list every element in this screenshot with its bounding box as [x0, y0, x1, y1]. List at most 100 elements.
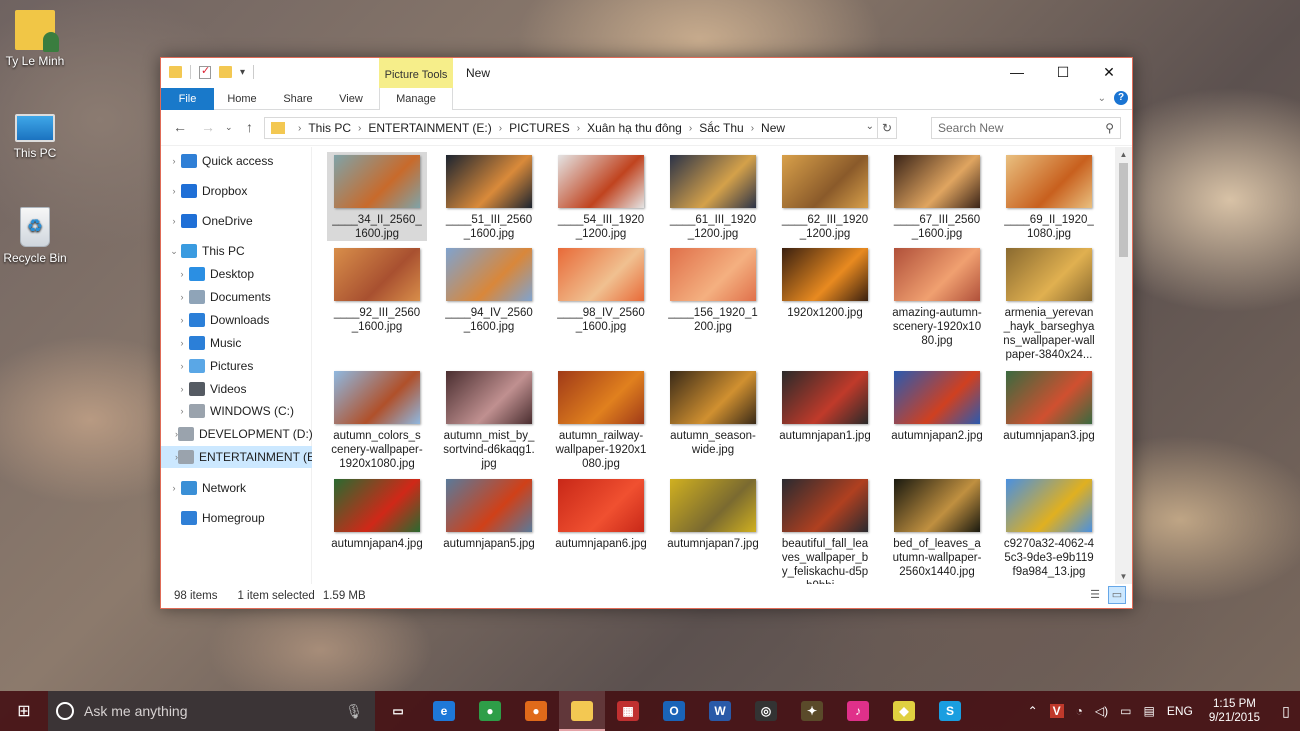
file-tile[interactable]: ____51_III_2560_1600.jpg [439, 152, 539, 241]
tab-share[interactable]: Share [270, 88, 326, 110]
desktop-icon-recycle-bin[interactable]: Recycle Bin [0, 207, 70, 265]
file-tile[interactable]: ____69_II_1920_1080.jpg [999, 152, 1099, 241]
file-tile[interactable]: c9270a32-4062-45c3-9de3-e9b119f9a984_13.… [999, 476, 1099, 579]
file-tile[interactable]: 1920x1200.jpg [775, 245, 875, 320]
taskbar-skype-button[interactable]: S [927, 691, 973, 731]
chevron-right-icon[interactable]: › [175, 361, 189, 371]
wifi-icon[interactable]: ◔ [1076, 704, 1083, 718]
chevron-right-icon[interactable]: › [167, 483, 181, 493]
details-view-icon[interactable]: ☰ [1086, 586, 1104, 604]
folder-icon[interactable] [169, 66, 182, 78]
taskbar-itunes-button[interactable]: ♪ [835, 691, 881, 731]
taskbar-outlook-button[interactable]: O [651, 691, 697, 731]
volume-icon[interactable]: ◁) [1095, 704, 1108, 718]
maximize-button[interactable]: ☐ [1040, 58, 1086, 86]
notifications-icon[interactable]: ▯ [1272, 703, 1300, 720]
file-tile[interactable]: ____156_1920_1200.jpg [663, 245, 763, 334]
chevron-down-icon[interactable]: ⌄ [167, 246, 181, 257]
chevron-right-icon[interactable]: › [167, 216, 181, 226]
nav-item[interactable]: › WINDOWS (C:) [161, 400, 312, 422]
taskbar-network-app-button[interactable]: ▦ [605, 691, 651, 731]
show-hidden-icons-chevron-icon[interactable]: ⌃ [1028, 704, 1038, 718]
file-tile[interactable]: autumnjapan6.jpg [551, 476, 651, 551]
desktop-icon-user-folder[interactable]: Ty Le Minh [0, 10, 70, 68]
taskbar-word-button[interactable]: W [697, 691, 743, 731]
chevron-right-icon[interactable]: › [167, 156, 181, 166]
navigation-pane[interactable]: › Quick access › Dropbox › OneDrive ⌄ This PC › D… [161, 147, 312, 584]
taskbar-gallery-app-button[interactable]: ◆ [881, 691, 927, 731]
file-tile[interactable]: beautiful_fall_leaves_wallpaper_by_felis… [775, 476, 875, 584]
tab-home[interactable]: Home [214, 88, 270, 110]
refresh-icon[interactable]: ↻ [877, 117, 897, 139]
start-button[interactable]: ⊞ [0, 691, 48, 731]
chevron-right-icon[interactable]: › [689, 123, 692, 134]
taskbar-photo-app-button[interactable]: ✦ [789, 691, 835, 731]
breadcrumb-xuan-ha-thu-dong[interactable]: Xuân hạ thu đông [587, 121, 682, 135]
nav-item[interactable]: › Network [161, 477, 312, 499]
taskbar-edge-button[interactable]: e [421, 691, 467, 731]
file-tile[interactable]: autumnjapan2.jpg [887, 368, 987, 443]
file-tile[interactable]: autumnjapan3.jpg [999, 368, 1099, 443]
chevron-right-icon[interactable]: › [577, 123, 580, 134]
address-bar[interactable]: › This PC › ENTERTAINMENT (E:) › PICTURE… [264, 117, 897, 139]
tab-view[interactable]: View [326, 88, 376, 110]
file-tile[interactable]: ____61_III_1920_1200.jpg [663, 152, 763, 241]
nav-item[interactable]: › Downloads [161, 309, 312, 331]
file-tile[interactable]: autumn_mist_by_sortvind-d6kaqg1.jpg [439, 368, 539, 471]
search-icon[interactable]: ⚲ [1105, 118, 1114, 138]
chevron-right-icon[interactable]: › [175, 338, 189, 348]
breadcrumb-pictures[interactable]: PICTURES [509, 121, 570, 135]
file-tile[interactable]: ____92_III_2560_1600.jpg [327, 245, 427, 334]
tab-file[interactable]: File [161, 88, 214, 110]
language-indicator[interactable]: ENG [1167, 704, 1193, 718]
taskbar-media-app-button[interactable]: ◎ [743, 691, 789, 731]
file-tile[interactable]: amazing-autumn-scenery-1920x1080.jpg [887, 245, 987, 348]
help-icon[interactable]: ? [1114, 91, 1128, 105]
file-tile[interactable]: autumnjapan5.jpg [439, 476, 539, 551]
chevron-right-icon[interactable]: › [175, 292, 189, 302]
chevron-right-icon[interactable]: › [175, 269, 189, 279]
large-icons-view-icon[interactable]: ▭ [1108, 586, 1126, 604]
nav-item[interactable]: › Music [161, 332, 312, 354]
chevron-right-icon[interactable]: › [358, 123, 361, 134]
vertical-scrollbar[interactable]: ▲ ▼ [1115, 147, 1132, 584]
nav-item[interactable]: ⌄ This PC [161, 240, 312, 262]
file-tile[interactable]: autumnjapan4.jpg [327, 476, 427, 551]
nav-item[interactable]: › Desktop [161, 263, 312, 285]
recent-locations-chevron-icon[interactable]: ⌄ [225, 122, 233, 133]
chevron-right-icon[interactable]: › [175, 315, 189, 325]
search-input[interactable]: Search New ⚲ [931, 117, 1121, 139]
chevron-right-icon[interactable]: › [751, 123, 754, 134]
nav-item[interactable]: › DEVELOPMENT (D:) [161, 423, 312, 445]
taskbar-task-view-button[interactable]: ▭ [375, 691, 421, 731]
title-bar[interactable]: ▾ Picture Tools New — ☐ ✕ [161, 58, 1132, 88]
nav-item[interactable]: › Documents [161, 286, 312, 308]
forward-arrow-icon[interactable]: → [201, 119, 215, 135]
file-tile[interactable]: ____94_IV_2560_1600.jpg [439, 245, 539, 334]
action-center-message-icon[interactable]: ▤ [1143, 704, 1154, 718]
nav-item[interactable]: › Videos [161, 378, 312, 400]
file-tile[interactable]: ____62_III_1920_1200.jpg [775, 152, 875, 241]
file-view[interactable]: ____34_II_2560_1600.jpg ____51_III_2560_1… [312, 147, 1132, 584]
chevron-right-icon[interactable]: › [499, 123, 502, 134]
close-button[interactable]: ✕ [1086, 58, 1132, 86]
properties-icon[interactable] [199, 64, 211, 79]
new-folder-icon[interactable] [219, 66, 232, 78]
file-tile[interactable]: ____54_III_1920_1200.jpg [551, 152, 651, 241]
taskbar-firefox-button[interactable]: ● [513, 691, 559, 731]
back-arrow-icon[interactable]: ← [173, 119, 187, 135]
battery-icon[interactable]: ▭ [1120, 704, 1131, 718]
tab-manage[interactable]: Manage [379, 88, 453, 110]
taskbar-chrome-button[interactable]: ● [467, 691, 513, 731]
file-tile[interactable]: autumnjapan7.jpg [663, 476, 763, 551]
file-tile[interactable]: autumn_railway-wallpaper-1920x1080.jpg [551, 368, 651, 471]
nav-item[interactable]: › Quick access [161, 150, 312, 172]
desktop-icon-this-pc[interactable]: This PC [0, 108, 70, 160]
chevron-right-icon[interactable]: › [175, 406, 189, 416]
address-history-chevron-icon[interactable]: ⌄ [866, 121, 874, 132]
scroll-down-arrow-icon[interactable]: ▼ [1115, 572, 1132, 581]
breadcrumb-this-pc[interactable]: This PC [308, 121, 351, 135]
breadcrumb-sac-thu[interactable]: Sắc Thu [699, 121, 743, 135]
taskbar-file-explorer-button[interactable] [559, 691, 605, 731]
file-tile[interactable]: autumn_season-wide.jpg [663, 368, 763, 457]
